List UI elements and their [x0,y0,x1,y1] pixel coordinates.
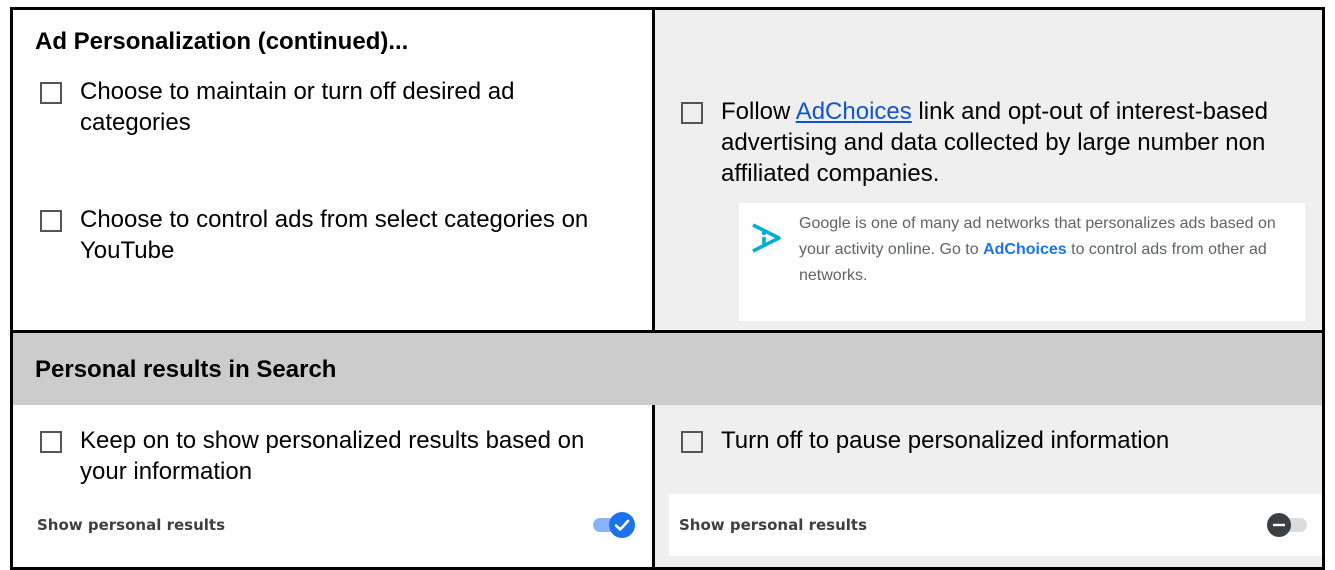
adchoices-inline-link[interactable]: AdChoices [983,241,1067,258]
personal-results-right-cell: Turn off to pause personalized informati… [652,405,1325,570]
checkbox-icon[interactable] [681,431,703,453]
checkbox-icon[interactable] [40,82,62,104]
adchoices-info-card: Google is one of many ad networks that p… [739,203,1305,321]
checklist-item: Choose to maintain or turn off desired a… [40,76,630,138]
checklist-item: Choose to control ads from select catego… [40,204,630,266]
checklist-item: Keep on to show personalized results bas… [40,425,630,487]
checklist-item-text: Follow AdChoices link and opt-out of int… [721,96,1311,189]
show-personal-results-toggle[interactable] [1267,512,1307,538]
checklist-item-text: Turn off to pause personalized informati… [721,427,1170,454]
toggle-label: Show personal results [679,516,867,534]
adchoices-icon [752,223,781,253]
personal-results-left-cell: Keep on to show personalized results bas… [10,405,655,570]
checklist-item-text: Keep on to show personalized results bas… [80,427,585,485]
checklist-item: Turn off to pause personalized informati… [681,425,1311,456]
personal-results-header-row: Personal results in Search [10,330,1325,408]
section-heading: Personal results in Search [35,356,337,383]
checklist-item-text: Choose to maintain or turn off desired a… [80,78,515,136]
show-personal-results-toggle[interactable] [593,512,635,538]
adchoices-link[interactable]: AdChoices [796,98,912,125]
section-heading: Ad Personalization (continued)... [35,28,409,55]
ad-personalization-left-cell: Ad Personalization (continued)... Choose… [10,7,655,333]
show-personal-results-setting: Show personal results [37,512,635,538]
checkmark-icon [614,519,630,531]
comparison-table: Ad Personalization (continued)... Choose… [10,7,1325,570]
checkbox-icon[interactable] [40,431,62,453]
checklist-item: Follow AdChoices link and opt-out of int… [681,96,1311,189]
ad-personalization-right-cell: Follow AdChoices link and opt-out of int… [652,7,1325,333]
checklist-item-text: Choose to control ads from select catego… [80,206,589,264]
checkbox-icon[interactable] [681,102,703,124]
toggle-label: Show personal results [37,516,225,534]
show-personal-results-setting: Show personal results [679,512,1307,538]
minus-icon [1273,523,1285,527]
toggle-knob [609,512,635,538]
toggle-knob [1267,513,1291,537]
item-prefix-text: Follow [721,98,796,125]
info-card-text: Google is one of many ad networks that p… [799,211,1294,289]
checkbox-icon[interactable] [40,210,62,232]
